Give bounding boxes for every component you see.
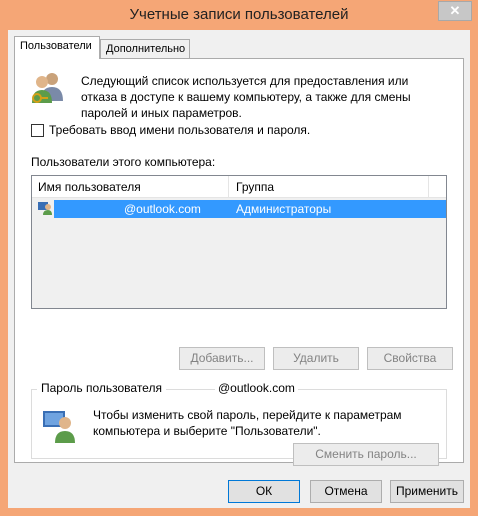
- row-group: Администраторы: [236, 202, 332, 216]
- dialog-window: Учетные записи пользователей ✕ Пользоват…: [0, 0, 478, 516]
- tab-users-label: Пользователи: [20, 40, 92, 52]
- cancel-button[interactable]: Отмена: [310, 480, 382, 503]
- list-header: Имя пользователя Группа: [32, 176, 446, 198]
- remove-user-button[interactable]: Удалить: [273, 347, 359, 370]
- dialog-client: Пользователи Дополнительно Следующий спи…: [8, 30, 470, 508]
- user-row-icon: [38, 202, 52, 215]
- users-group-icon: [32, 73, 63, 103]
- require-login-checkbox[interactable]: [31, 123, 44, 137]
- title-bar[interactable]: Учетные записи пользователей ✕: [0, 0, 478, 30]
- close-button[interactable]: ✕: [438, 1, 472, 21]
- require-login-label: Требовать ввод имени пользователя и паро…: [49, 123, 311, 137]
- password-group-email: @outlook.com: [215, 381, 298, 395]
- password-help-text: Чтобы изменить свой пароль, перейдите к …: [93, 408, 402, 438]
- ok-button[interactable]: ОК: [228, 480, 300, 503]
- require-login-row[interactable]: Требовать ввод имени пользователя и паро…: [31, 123, 310, 137]
- window-title: Учетные записи пользователей: [129, 6, 349, 23]
- row-selection: @outlook.com Администраторы: [54, 200, 446, 218]
- table-row[interactable]: @outlook.com Администраторы: [32, 200, 446, 218]
- close-icon: ✕: [449, 3, 461, 18]
- column-group[interactable]: Группа: [236, 180, 274, 194]
- users-listview[interactable]: Имя пользователя Группа @outlook.com Адм…: [31, 175, 447, 309]
- column-divider[interactable]: [428, 176, 429, 198]
- tab-users[interactable]: Пользователи: [14, 36, 100, 59]
- tab-advanced[interactable]: Дополнительно: [100, 39, 190, 60]
- password-group-label: Пароль пользователя: [37, 381, 166, 395]
- column-username[interactable]: Имя пользователя: [38, 180, 141, 194]
- users-tab-panel: Следующий список используется для предос…: [14, 58, 464, 466]
- properties-button[interactable]: Свойства: [367, 347, 453, 370]
- row-username: @outlook.com: [124, 202, 201, 216]
- apply-button[interactable]: Применить: [390, 480, 464, 503]
- users-section-label: Пользователи этого компьютера:: [31, 155, 216, 169]
- add-user-button[interactable]: Добавить...: [179, 347, 265, 370]
- tab-advanced-label: Дополнительно: [106, 43, 186, 55]
- intro-text: Следующий список используется для предос…: [81, 74, 411, 120]
- change-password-button[interactable]: Сменить пароль...: [293, 443, 439, 466]
- user-key-icon: [43, 411, 75, 443]
- column-divider[interactable]: [228, 176, 229, 198]
